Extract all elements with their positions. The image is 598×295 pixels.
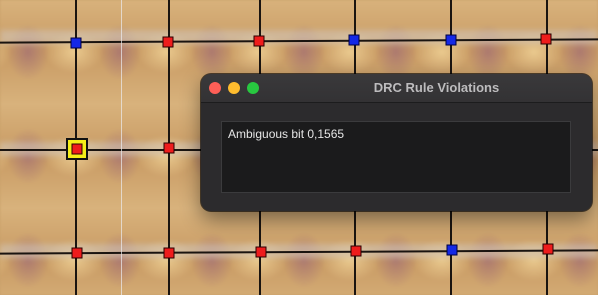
bit-marker[interactable] [540, 33, 552, 45]
bit-marker[interactable] [542, 243, 554, 255]
violations-text-area[interactable]: Ambiguous bit 0,1565 [221, 121, 571, 193]
bit-marker[interactable] [446, 244, 458, 256]
selected-bit-marker[interactable] [66, 138, 88, 160]
bit-marker[interactable] [162, 36, 174, 48]
bit-marker[interactable] [70, 37, 82, 49]
bit-marker[interactable] [163, 142, 175, 154]
window-title: DRC Rule Violations [373, 80, 500, 95]
bit-marker[interactable] [255, 246, 267, 258]
window-titlebar[interactable]: DRC Rule Violations [201, 74, 592, 103]
drc-violations-window: DRC Rule Violations Ambiguous bit 0,1565 [201, 74, 592, 211]
die-image-canvas[interactable]: DRC Rule Violations Ambiguous bit 0,1565 [0, 0, 598, 295]
bit-marker[interactable] [163, 247, 175, 259]
bit-marker[interactable] [350, 245, 362, 257]
bit-marker[interactable] [445, 34, 457, 46]
bit-marker[interactable] [71, 247, 83, 259]
grid-column-line [121, 0, 122, 295]
bit-marker[interactable] [253, 35, 265, 47]
bit-marker[interactable] [348, 34, 360, 46]
